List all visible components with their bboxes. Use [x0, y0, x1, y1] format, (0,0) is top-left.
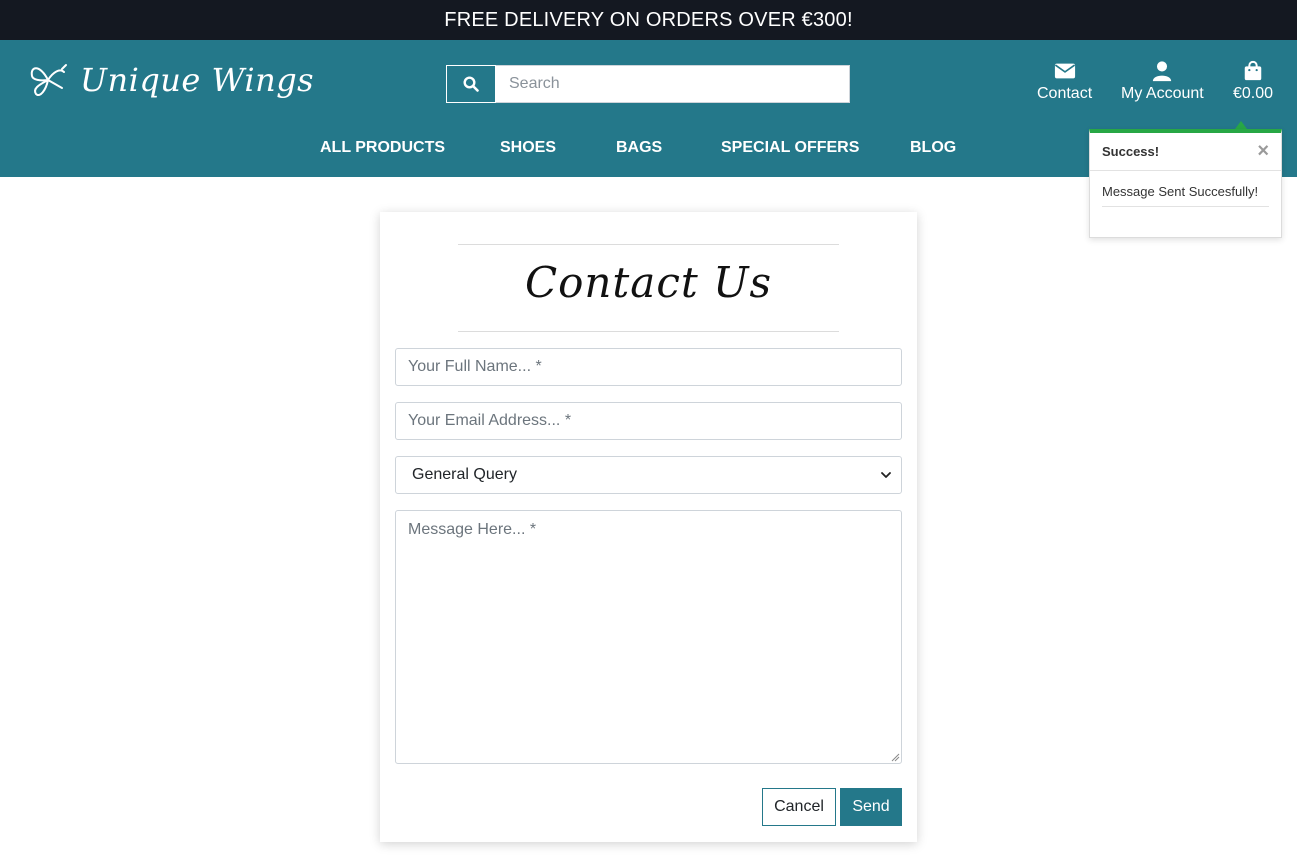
delivery-banner-text: FREE DELIVERY ON ORDERS OVER €300! [444, 8, 853, 31]
header-cart-link[interactable]: €0.00 [1233, 60, 1273, 103]
contact-form-card: Contact Us General Query Cancel Send [380, 212, 917, 842]
cancel-button[interactable]: Cancel [762, 788, 836, 826]
page-title: Contact Us [524, 258, 773, 307]
toast-body: Message Sent Succesfully! [1090, 171, 1281, 207]
nav-item-all-products[interactable]: ALL PRODUCTS [320, 139, 445, 157]
nav-item-shoes[interactable]: SHOES [500, 139, 556, 157]
nav-item-blog[interactable]: BLOG [910, 139, 956, 157]
header-account-link[interactable]: My Account [1121, 60, 1204, 103]
message-field[interactable] [395, 510, 902, 764]
title-divider-bottom [458, 331, 839, 332]
user-icon [1153, 61, 1172, 82]
success-toast: Success! × Message Sent Succesfully! [1089, 129, 1282, 238]
toast-header: Success! × [1090, 133, 1281, 171]
toast-title: Success! [1102, 144, 1160, 159]
toast-message: Message Sent Succesfully! [1102, 184, 1269, 207]
cart-total: €0.00 [1233, 85, 1274, 102]
search-icon [463, 76, 479, 92]
shopping-bag-icon [1244, 60, 1262, 81]
brand-logo[interactable]: Unique Wings [26, 58, 314, 102]
delivery-banner: FREE DELIVERY ON ORDERS OVER €300! [0, 0, 1297, 40]
nav-item-bags[interactable]: BAGS [616, 139, 662, 157]
brand-name: Unique Wings [80, 61, 315, 99]
header-contact-link[interactable]: Contact [1037, 60, 1092, 103]
search-bar [446, 65, 850, 103]
chevron-down-icon [881, 472, 891, 478]
query-type-value: General Query [412, 466, 517, 483]
search-input[interactable] [496, 65, 850, 103]
send-button[interactable]: Send [840, 788, 902, 826]
header-contact-label: Contact [1037, 85, 1093, 102]
full-name-field[interactable] [395, 348, 902, 386]
close-icon[interactable]: × [1257, 141, 1269, 161]
toast-pointer [1235, 121, 1247, 129]
envelope-icon [1054, 63, 1075, 79]
nav-item-special-offers[interactable]: SPECIAL OFFERS [721, 139, 859, 157]
header-account-label: My Account [1121, 85, 1204, 102]
resize-handle-icon[interactable] [890, 752, 900, 762]
email-field[interactable] [395, 402, 902, 440]
title-divider-top [458, 244, 839, 245]
butterfly-icon [30, 64, 67, 96]
query-type-select[interactable]: General Query [395, 456, 902, 494]
search-button[interactable] [446, 65, 496, 103]
